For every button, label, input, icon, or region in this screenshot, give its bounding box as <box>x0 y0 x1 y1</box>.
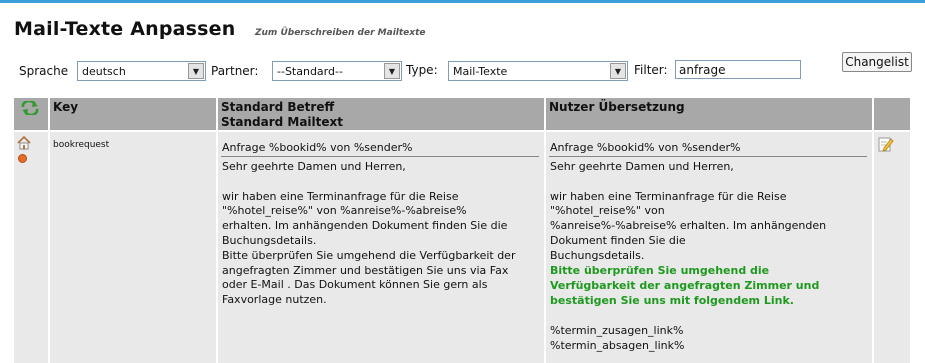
sprache-select[interactable]: deutsch ▼ <box>77 61 206 81</box>
header-icon-cell <box>14 98 48 130</box>
standard-subject: Anfrage %bookid% von %sender% <box>222 141 413 154</box>
home-icon[interactable] <box>16 135 32 151</box>
type-select[interactable]: Mail-Texte ▼ <box>448 61 628 81</box>
partner-select-value: --Standard-- <box>277 65 343 78</box>
header-key: Key <box>50 98 216 130</box>
header-standard-subject: Standard Betreff <box>221 100 335 114</box>
user-subject: Anfrage %bookid% von %sender% <box>550 141 741 154</box>
type-label: Type: <box>406 63 438 77</box>
sprache-select-value: deutsch <box>82 65 126 78</box>
changelist-button[interactable]: Changelist <box>842 52 912 72</box>
user-divider <box>549 156 867 157</box>
user-mailtext-links: %termin_zusagen_link% %termin_absagen_li… <box>550 324 685 352</box>
user-mailtext-highlight: Bitte überprüfen Sie umgehend die Verfüg… <box>550 264 820 307</box>
row-key: bookrequest <box>53 140 110 150</box>
filter-label: Filter: <box>634 63 668 77</box>
edit-pencil-icon[interactable] <box>878 136 894 152</box>
status-dot-icon[interactable] <box>18 154 27 163</box>
filter-input[interactable]: anfrage <box>675 60 801 79</box>
standard-mailtext: Sehr geehrte Damen und Herren, wir haben… <box>222 160 516 307</box>
row-edit-cell <box>874 132 910 363</box>
refresh-icon[interactable] <box>20 99 40 117</box>
chevron-down-icon[interactable]: ▼ <box>610 63 626 79</box>
top-accent-line <box>0 0 925 3</box>
partner-label: Partner: <box>211 64 259 78</box>
row-user-cell[interactable]: Anfrage %bookid% von %sender% Sehr geehr… <box>546 132 872 363</box>
sprache-label: Sprache <box>19 64 69 78</box>
row-standard-cell: Anfrage %bookid% von %sender% Sehr geehr… <box>218 132 544 363</box>
header-standard: Standard Betreff Standard Mailtext <box>218 98 544 130</box>
type-select-value: Mail-Texte <box>453 65 508 78</box>
header-user-translation: Nutzer Übersetzung <box>546 98 872 130</box>
header-standard-text: Standard Mailtext <box>221 115 344 129</box>
chevron-down-icon[interactable]: ▼ <box>188 63 204 79</box>
page-subtitle: Zum Überschreiben der Mailtexte <box>255 28 426 38</box>
row-icon-cell <box>14 132 48 363</box>
partner-select[interactable]: --Standard-- ▼ <box>272 61 402 81</box>
row-key-cell: bookrequest <box>50 132 216 363</box>
page-title: Mail-Texte Anpassen <box>14 18 236 40</box>
mailtext-table: Key Standard Betreff Standard Mailtext N… <box>14 98 910 363</box>
user-mailtext-top: Sehr geehrte Damen und Herren, wir haben… <box>550 160 827 262</box>
standard-divider <box>221 156 539 157</box>
header-edit-cell <box>874 98 910 130</box>
chevron-down-icon[interactable]: ▼ <box>384 63 400 79</box>
